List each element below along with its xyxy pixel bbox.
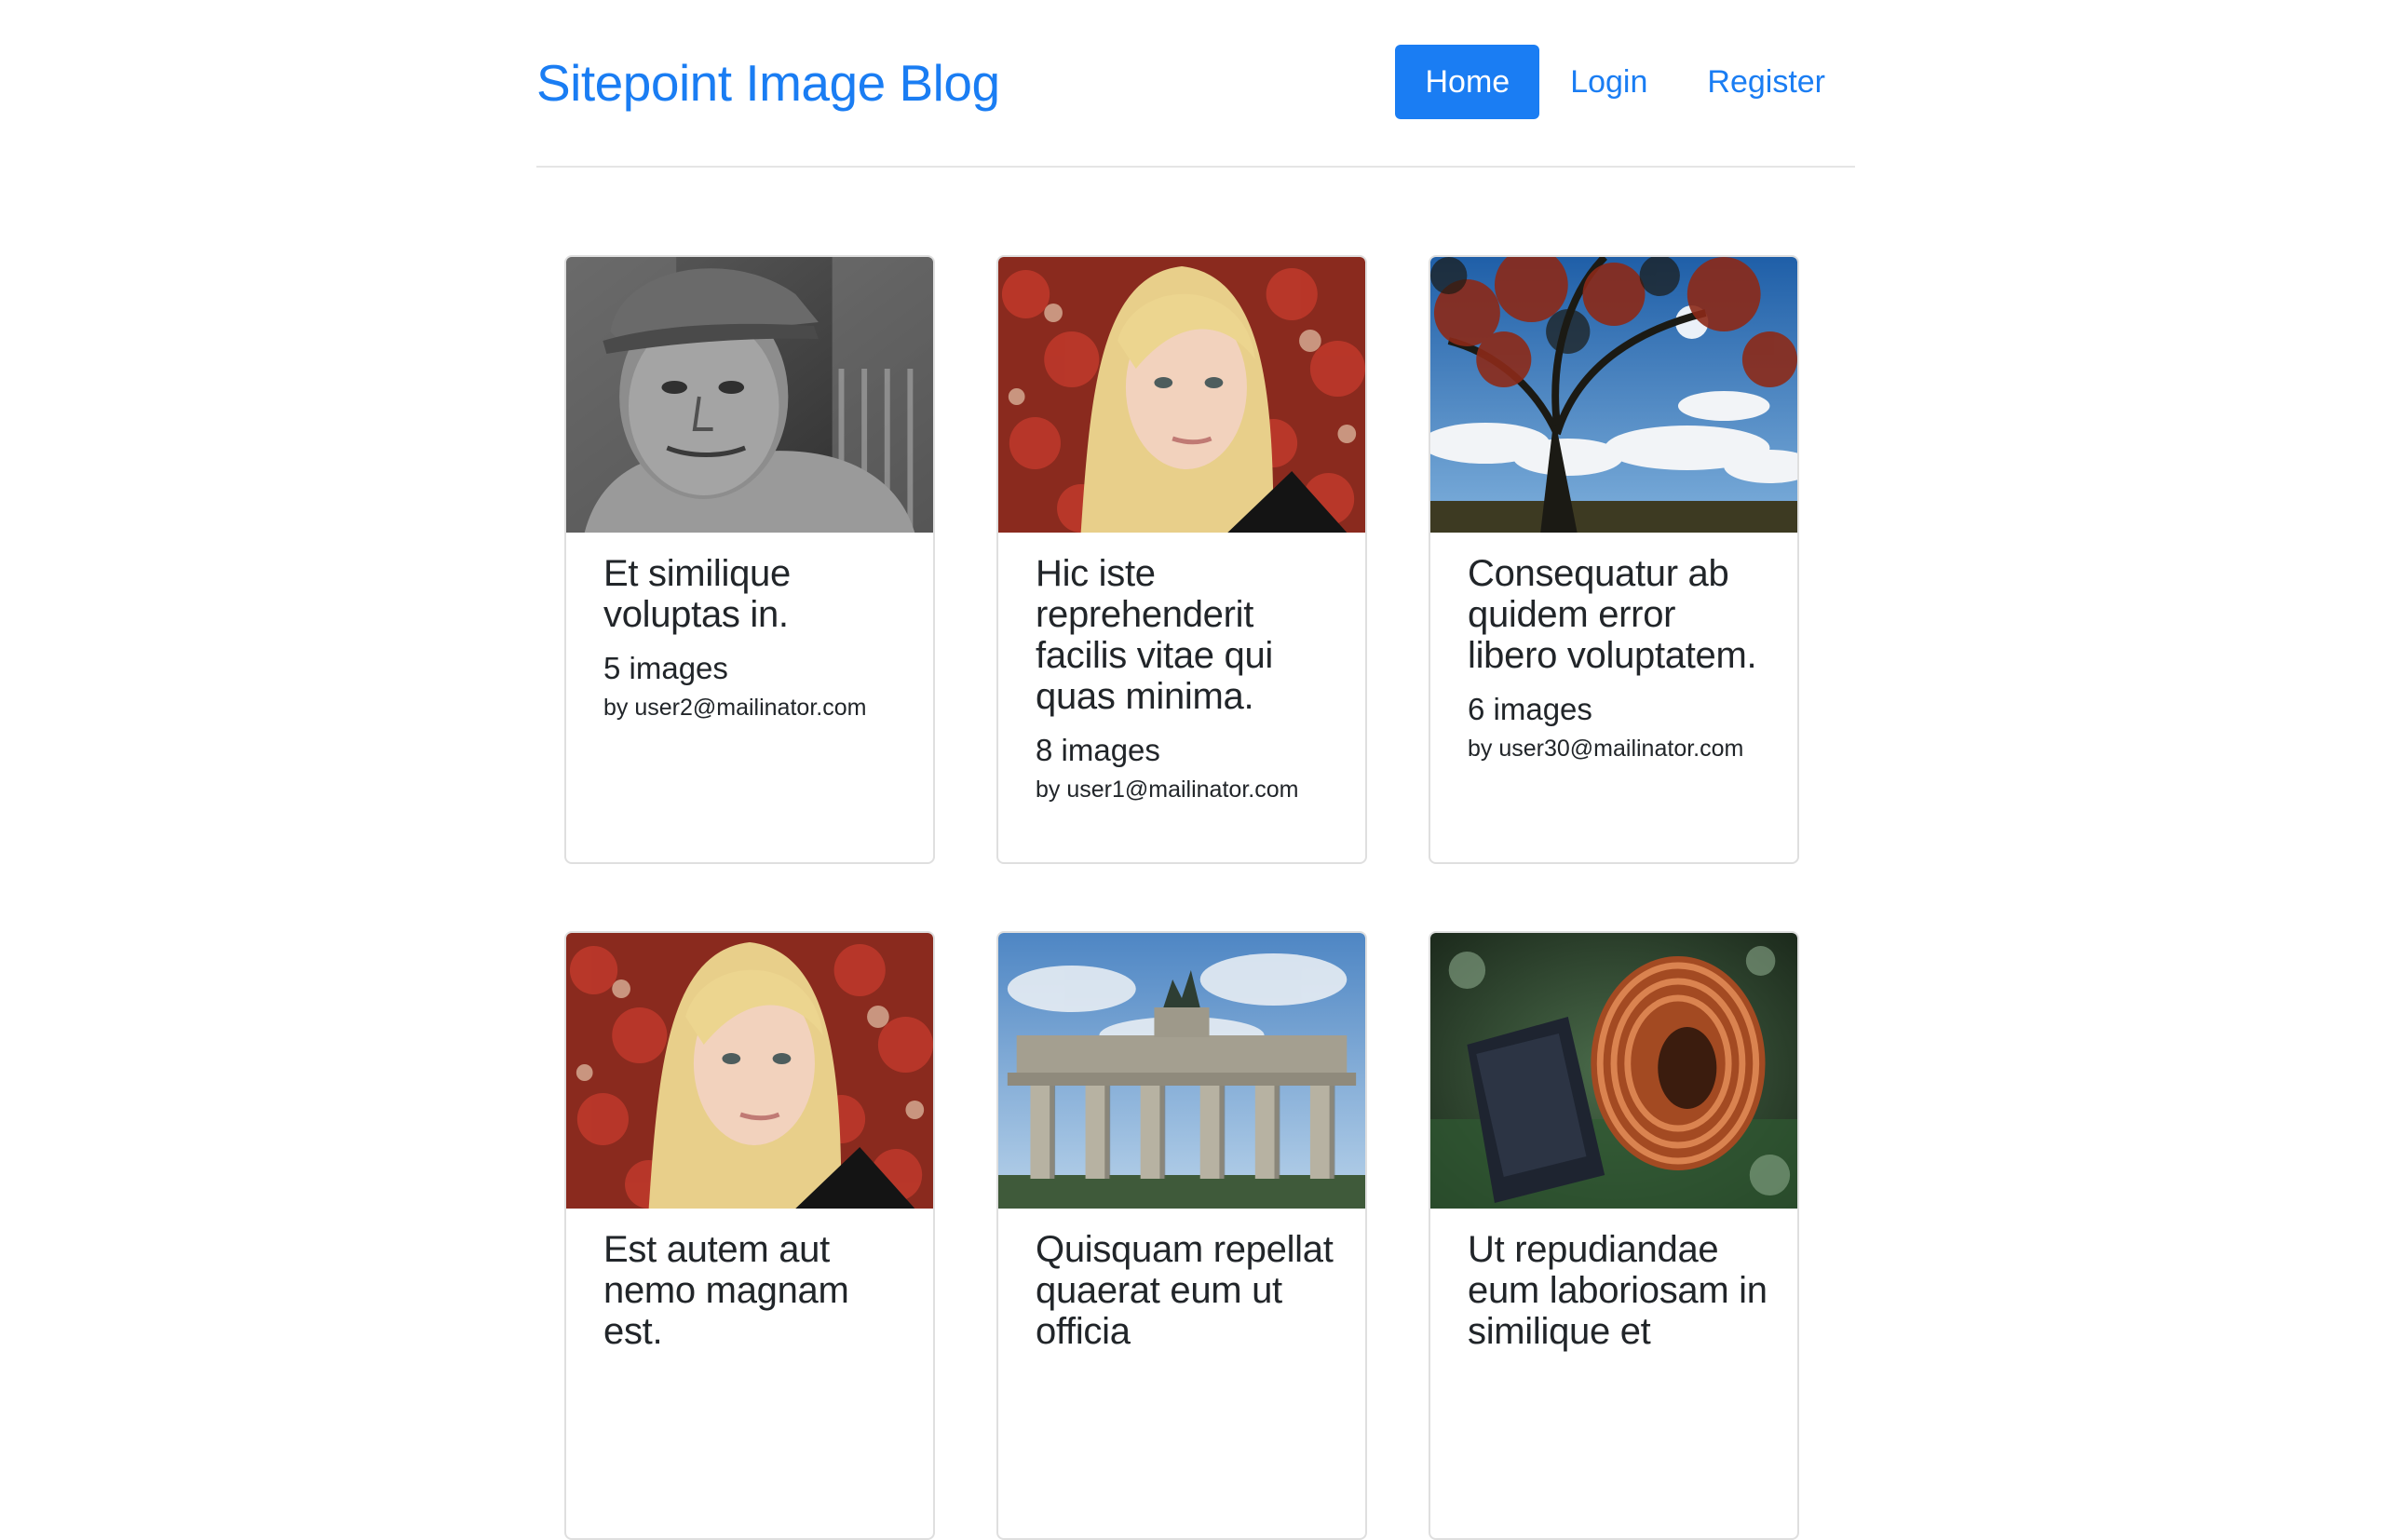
gallery-image-count: 5 images [603,651,728,685]
nav-home-link[interactable]: Home [1395,45,1540,119]
nav-login-link[interactable]: Login [1540,45,1677,119]
gallery-author: by user1@mailinator.com [1036,777,1299,803]
gallery-author: by user2@mailinator.com [603,695,867,721]
gallery-image-count: 6 images [1468,692,1592,726]
gallery-card-body: Est autem aut nemo magnam est. [603,1227,905,1367]
nav-register-link[interactable]: Register [1677,45,1855,119]
gallery-thumbnail[interactable] [998,933,1365,1209]
gallery-title[interactable]: Hic iste reprehenderit facilis vitae qui… [1036,551,1337,717]
gallery-title[interactable]: Quisquam repellat quaerat eum ut officia [1036,1227,1337,1352]
gallery-card[interactable]: Et similique voluptas in. 5 images by us… [564,255,935,864]
gallery-title[interactable]: Est autem aut nemo magnam est. [603,1227,905,1352]
gallery-image-count: 8 images [1036,733,1160,767]
gallery-author: by user30@mailinator.com [1468,736,1744,762]
gallery-card-body: Quisquam repellat quaerat eum ut officia [1036,1227,1337,1367]
autumn-tree-image [1430,257,1797,533]
gallery-card-body: Et similique voluptas in. 5 images by us… [603,551,905,724]
main-nav: Home Login Register [1395,45,1855,119]
gallery-thumbnail[interactable] [1430,933,1797,1209]
gallery-title[interactable]: Consequatur ab quidem error libero volup… [1468,551,1769,676]
gallery-title[interactable]: Et similique voluptas in. [603,551,905,635]
brandenburg-gate-image [998,933,1365,1209]
portrait-old-man-image [566,257,933,533]
gallery-card[interactable]: Est autem aut nemo magnam est. [564,931,935,1540]
portrait-blonde-woman-image [566,933,933,1209]
gallery-thumbnail[interactable] [1430,257,1797,533]
gallery-thumbnail[interactable] [998,257,1365,533]
gallery-thumbnail[interactable] [566,933,933,1209]
gallery-card[interactable]: Ut repudiandae eum laboriosam in similiq… [1429,931,1799,1540]
site-header: Sitepoint Image Blog Home Login Register [536,0,1855,168]
gallery-title[interactable]: Ut repudiandae eum laboriosam in similiq… [1468,1227,1769,1352]
page-container: Sitepoint Image Blog Home Login Register [536,0,1855,1540]
gallery-card[interactable]: Consequatur ab quidem error libero volup… [1429,255,1799,864]
gallery-thumbnail[interactable] [566,257,933,533]
site-brand-link[interactable]: Sitepoint Image Blog [536,58,1000,109]
gallery-card-body: Ut repudiandae eum laboriosam in similiq… [1468,1227,1769,1367]
portrait-blonde-woman-image [998,257,1365,533]
copper-coil-image [1430,933,1797,1209]
gallery-card-body: Consequatur ab quidem error libero volup… [1468,551,1769,765]
gallery-card[interactable]: Quisquam repellat quaerat eum ut officia [996,931,1367,1540]
gallery-card[interactable]: Hic iste reprehenderit facilis vitae qui… [996,255,1367,864]
gallery-card-body: Hic iste reprehenderit facilis vitae qui… [1036,551,1337,806]
